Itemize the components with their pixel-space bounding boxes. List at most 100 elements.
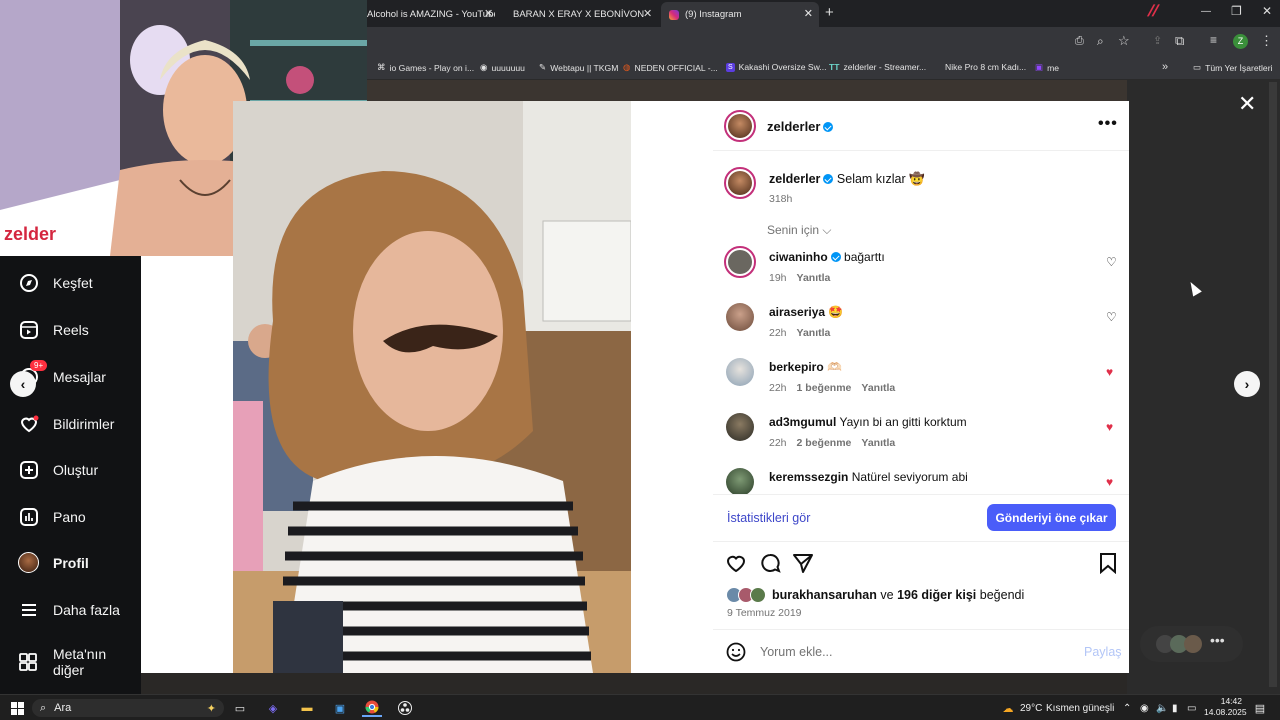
comment-avatar[interactable]	[726, 468, 754, 494]
previous-post-button[interactable]: ‹	[10, 371, 36, 397]
weather-temp[interactable]: 29°C	[1020, 699, 1042, 717]
reply-button[interactable]: Yanıtla	[797, 327, 831, 339]
scrollbar[interactable]	[1269, 82, 1277, 687]
bookmark-item[interactable]: ⌘ io Games - Play on i...	[377, 62, 474, 73]
bookmark-item[interactable]: ▣ me	[1035, 62, 1059, 73]
messages-pill[interactable]: •••	[1140, 626, 1243, 662]
sidebar-item-dashboard[interactable]: Pano	[18, 506, 86, 527]
obs-icon[interactable]	[396, 699, 414, 717]
emoji-icon[interactable]	[726, 642, 746, 667]
new-tab-button[interactable]: +	[825, 4, 834, 21]
close-tab-icon[interactable]: ✕	[643, 7, 652, 20]
close-modal-icon[interactable]: ✕	[1238, 93, 1256, 115]
next-post-button[interactable]: ›	[1234, 371, 1260, 397]
insights-link[interactable]: İstatistikleri gör	[727, 511, 810, 525]
reply-button[interactable]: Yanıtla	[797, 272, 831, 284]
share-icon[interactable]: ⇪	[1153, 34, 1162, 47]
copilot-icon[interactable]: ◈	[265, 699, 281, 717]
bookmark-item[interactable]: S Kakashi Oversize Sw...	[726, 62, 827, 72]
notification-center-icon[interactable]: ▤	[1252, 699, 1268, 717]
liked-heart-icon[interactable]: ♥	[1106, 475, 1113, 489]
like-comment-icon[interactable]: ♡	[1106, 255, 1117, 269]
caption-avatar[interactable]	[724, 167, 756, 199]
share-icon[interactable]	[792, 552, 814, 579]
media-icon[interactable]: ≡	[1210, 33, 1217, 47]
chrome-icon[interactable]	[362, 699, 382, 717]
bookmark-item[interactable]: ◍ NEDEN OFFICIAL -...	[623, 62, 718, 73]
reply-button[interactable]: Yanıtla	[861, 382, 895, 394]
github-icon: ◉	[480, 62, 488, 72]
tab-baran[interactable]: BARAN X ERAY X EBONİVON X	[507, 4, 647, 24]
extensions-icon[interactable]: ⧉	[1175, 33, 1184, 49]
windows-start-icon[interactable]	[8, 699, 26, 717]
clock[interactable]: 14:42 14.08.2025	[1204, 696, 1247, 718]
all-bookmarks[interactable]: ▭ Tüm Yer İşaretleri	[1193, 62, 1272, 73]
chevron-up-icon[interactable]: ⌃	[1123, 699, 1131, 717]
zoom-icon[interactable]: ⌕	[1097, 34, 1104, 49]
save-icon[interactable]	[1098, 552, 1118, 579]
tab-instagram[interactable]: (9) Instagram ✕	[661, 2, 819, 27]
more-options-icon[interactable]: •••	[1098, 115, 1118, 133]
file-explorer-icon[interactable]: ▬	[299, 699, 315, 717]
liked-heart-icon[interactable]: ♥	[1106, 365, 1113, 379]
more-bookmarks-icon[interactable]: »	[1162, 61, 1168, 73]
comment-input[interactable]: Yorum ekle...	[760, 645, 833, 659]
sidebar-item-profile[interactable]: Profil	[18, 552, 89, 573]
comment-avatar[interactable]	[726, 303, 754, 331]
close-tab-icon[interactable]: ✕	[804, 7, 813, 20]
sidebar-item-create[interactable]: Oluştur	[18, 459, 98, 480]
background-feed	[367, 80, 1127, 101]
mic-icon[interactable]: ▮	[1172, 699, 1178, 717]
caption-time: 318h	[769, 193, 793, 205]
profile-avatar[interactable]: Z	[1233, 34, 1248, 49]
like-icon[interactable]	[725, 552, 747, 579]
sidebar-item-reels[interactable]: Reels	[18, 319, 89, 340]
sidebar-item-notifications[interactable]: Bildirimler	[18, 413, 114, 434]
camera-icon[interactable]: ◉	[1140, 699, 1149, 717]
boost-post-button[interactable]: Gönderiyi öne çıkar	[987, 504, 1116, 531]
restore-icon[interactable]: ❐	[1231, 4, 1242, 18]
reply-button[interactable]: Yanıtla	[861, 437, 895, 449]
close-window-icon[interactable]: ✕	[1262, 4, 1272, 18]
bookmark-item[interactable]: Nike Pro 8 cm Kadı...	[945, 62, 1026, 72]
liker-avatars[interactable]	[726, 587, 770, 603]
comment-avatar[interactable]	[726, 358, 754, 386]
bookmark-star-icon[interactable]: ☆	[1118, 33, 1130, 49]
weather-icon[interactable]: ☁	[1000, 699, 1016, 717]
author-avatar[interactable]	[724, 110, 756, 142]
task-view-icon[interactable]: ▭	[233, 699, 247, 717]
like-comment-icon[interactable]: ♡	[1106, 310, 1117, 324]
post-comment-button[interactable]: Paylaş	[1084, 645, 1122, 659]
network-icon[interactable]: ▭	[1187, 699, 1196, 717]
store-icon[interactable]: ▣	[332, 699, 348, 717]
modal-gap	[631, 101, 713, 673]
minimize-icon[interactable]: —	[1201, 6, 1211, 17]
meta-icon	[18, 652, 39, 673]
bookmark-item[interactable]: TT zelderler - Streamer...	[829, 62, 926, 72]
install-app-icon[interactable]: ⎙	[1075, 35, 1084, 48]
verified-icon	[830, 252, 841, 262]
taskbar-search[interactable]: ⌕ Ara ✦	[32, 699, 224, 717]
browser-menu-icon[interactable]: ⋮	[1260, 33, 1273, 49]
sort-dropdown[interactable]: Senin için ⌵	[767, 223, 831, 238]
bookmark-item[interactable]: ✎ Webtapu || TKGM	[539, 62, 618, 73]
sidebar-item-more[interactable]: Daha fazla	[18, 599, 120, 620]
comments-list[interactable]: ciwaninho bağarttı 19h Yanıtla ♡ airaseri…	[713, 246, 1129, 494]
sidebar-item-explore[interactable]: Keşfet	[18, 272, 93, 293]
instagram-sidebar: Keşfet Reels Mesajlar 9+ Bildirimler Olu…	[0, 256, 141, 694]
close-tab-icon[interactable]: ✕	[484, 7, 493, 20]
sidebar-item-meta[interactable]: Meta'nın diğer	[18, 646, 141, 678]
chevron-down-icon: ⌵	[822, 223, 832, 237]
post-image[interactable]	[233, 101, 631, 673]
comment-avatar[interactable]	[726, 413, 754, 441]
author-username[interactable]: zelderler	[767, 119, 834, 134]
comment-avatar[interactable]	[724, 246, 756, 278]
extension-logo-icon[interactable]: //	[1144, 3, 1169, 23]
bookmark-item[interactable]: ◉ uuuuuuu	[480, 62, 525, 73]
pen-icon: ✎	[539, 62, 547, 72]
comment-icon[interactable]	[759, 552, 781, 579]
speaker-icon[interactable]: 🔈	[1156, 699, 1168, 717]
liked-heart-icon[interactable]: ♥	[1106, 420, 1113, 434]
tab-youtube[interactable]: Alcohol is AMAZING - YouTube	[367, 4, 495, 24]
weather-text[interactable]: Kısmen güneşli	[1046, 699, 1114, 717]
